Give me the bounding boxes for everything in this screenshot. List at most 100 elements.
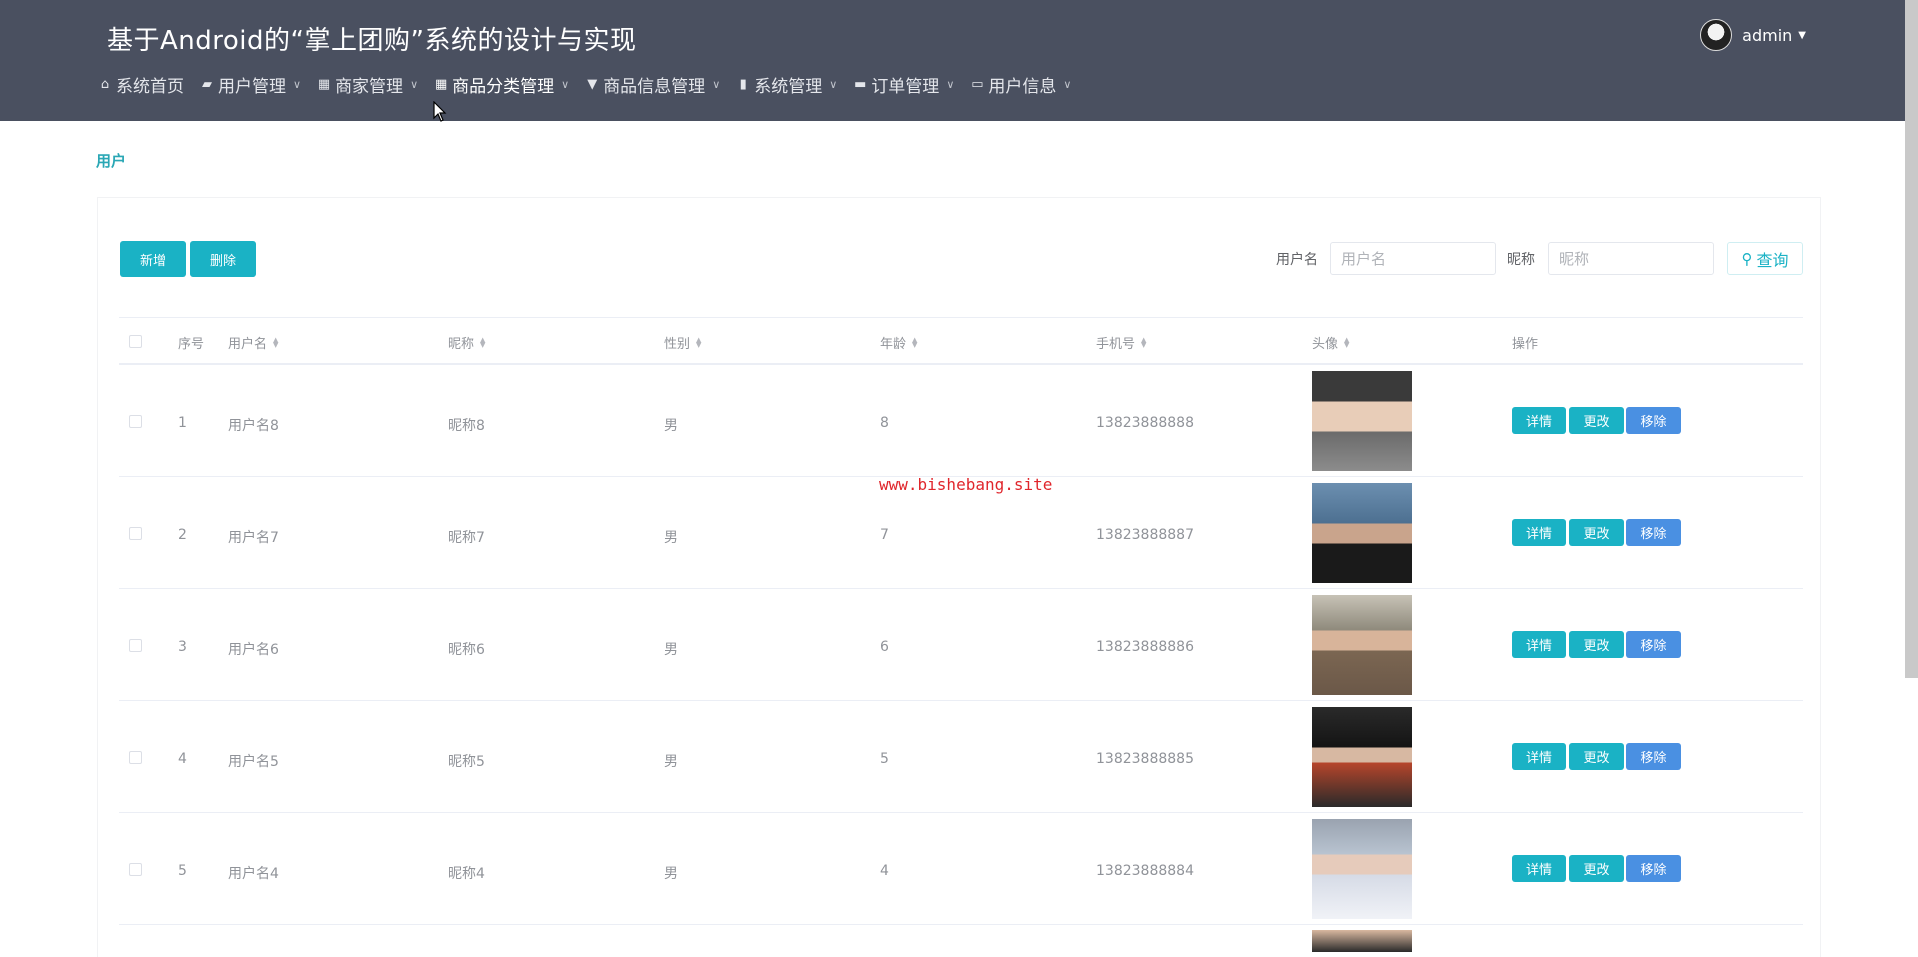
- cell-age: 7: [880, 527, 889, 543]
- header-phone[interactable]: 手机号 ▲ ▼: [1096, 333, 1146, 352]
- avatar-image: [1312, 595, 1412, 695]
- edit-button[interactable]: 更改: [1569, 743, 1624, 770]
- cell-username: 用户名6: [228, 642, 279, 658]
- detail-button[interactable]: 详情: [1512, 631, 1566, 658]
- nav-item-user-info[interactable]: ▭ 用户信息 ∨: [970, 72, 1071, 97]
- cell-phone: 13823888886: [1096, 639, 1194, 655]
- search-icon: ⚲: [1741, 249, 1753, 268]
- table-row: 3 用户名6 昵称6 男 6 13823888886 详情 更改 移除: [119, 589, 1803, 701]
- sort-icon[interactable]: ▲ ▼: [480, 336, 485, 348]
- avatar-image: [1312, 819, 1412, 919]
- cell-phone: 13823888884: [1096, 863, 1194, 879]
- nav-item-home[interactable]: ⌂ 系统首页: [98, 72, 184, 97]
- cell-nickname: 昵称5: [448, 754, 485, 770]
- cell-nickname: 昵称7: [448, 530, 485, 546]
- briefcase-icon: ▬: [854, 77, 867, 92]
- header-gender[interactable]: 性别 ▲ ▼: [664, 333, 701, 352]
- card-icon: ▭: [971, 77, 984, 92]
- edit-button[interactable]: 更改: [1569, 519, 1624, 546]
- sort-icon[interactable]: ▲ ▼: [912, 336, 917, 348]
- edit-button[interactable]: 更改: [1569, 631, 1624, 658]
- detail-button[interactable]: 详情: [1512, 743, 1566, 770]
- chevron-down-icon: ∨: [829, 78, 838, 91]
- cell-index: 5: [178, 863, 187, 879]
- chevron-down-icon: ∨: [712, 78, 721, 91]
- nav-item-merchant-manage[interactable]: ▦ 商家管理 ∨: [317, 72, 418, 97]
- remove-button[interactable]: 移除: [1626, 407, 1681, 434]
- edit-button[interactable]: 更改: [1569, 855, 1624, 882]
- nav-item-system-manage[interactable]: ▮ 系统管理 ∨: [736, 72, 838, 97]
- nickname-search-label: 昵称: [1507, 252, 1535, 268]
- cell-username: 用户名4: [228, 866, 279, 882]
- cell-age: 4: [880, 863, 889, 879]
- cell-username: 用户名7: [228, 530, 279, 546]
- header-age[interactable]: 年龄 ▲ ▼: [880, 333, 917, 352]
- row-checkbox[interactable]: [129, 415, 142, 428]
- mouse-cursor-icon: [433, 101, 447, 122]
- chevron-down-icon: ∨: [946, 78, 955, 91]
- detail-button[interactable]: 详情: [1512, 519, 1566, 546]
- chevron-down-icon: ∨: [1063, 78, 1072, 91]
- user-menu[interactable]: admin ▼: [1700, 19, 1806, 51]
- nav-item-product-manage[interactable]: ▼ 商品信息管理 ∨: [585, 72, 720, 97]
- query-button[interactable]: ⚲ 查询: [1727, 242, 1803, 275]
- table-row: 4 用户名5 昵称5 男 5 13823888885 详情 更改 移除: [119, 701, 1803, 813]
- nickname-search-input[interactable]: 昵称: [1548, 242, 1714, 275]
- cell-index: 3: [178, 639, 187, 655]
- detail-button[interactable]: 详情: [1512, 855, 1566, 882]
- nav-item-order-manage[interactable]: ▬ 订单管理 ∨: [853, 72, 954, 97]
- book-icon: ▮: [739, 77, 747, 92]
- chevron-down-icon: ∨: [293, 78, 302, 91]
- add-button[interactable]: 新增: [120, 241, 186, 277]
- cell-phone: 13823888888: [1096, 415, 1194, 431]
- remove-button[interactable]: 移除: [1626, 855, 1681, 882]
- username-search-input[interactable]: 用户名: [1330, 242, 1496, 275]
- chevron-down-icon: ∨: [410, 78, 419, 91]
- header-username[interactable]: 用户名 ▲ ▼: [228, 333, 278, 352]
- cell-age: 8: [880, 415, 889, 431]
- header-nickname[interactable]: 昵称 ▲ ▼: [448, 333, 485, 352]
- avatar-image: [1312, 483, 1412, 583]
- remove-button[interactable]: 移除: [1626, 743, 1681, 770]
- edit-button[interactable]: 更改: [1569, 407, 1624, 434]
- table-header: 序号 用户名 ▲ ▼ 昵称 ▲ ▼ 性别 ▲ ▼ 年龄 ▲ ▼ 手机号 ▲ ▼ 头像 ▲ ▼ 操作: [119, 317, 1803, 365]
- header-action: 操作: [1512, 337, 1539, 352]
- remove-button[interactable]: 移除: [1626, 631, 1681, 658]
- cell-phone: 13823888887: [1096, 527, 1194, 543]
- table-row: 5 用户名4 昵称4 男 4 13823888884 详情 更改 移除: [119, 813, 1803, 925]
- scrollbar[interactable]: [1905, 0, 1918, 678]
- cell-index: 1: [178, 415, 187, 431]
- sort-icon[interactable]: ▲ ▼: [273, 336, 278, 348]
- cell-gender: 男: [664, 866, 678, 882]
- sort-icon[interactable]: ▲ ▼: [1141, 336, 1146, 348]
- remove-button[interactable]: 移除: [1626, 519, 1681, 546]
- cell-username: 用户名8: [228, 418, 279, 434]
- sort-icon[interactable]: ▲ ▼: [1344, 336, 1349, 348]
- cell-gender: 男: [664, 418, 678, 434]
- avatar-image: [1312, 371, 1412, 471]
- breadcrumb: 用户: [96, 152, 127, 170]
- user-table: 序号 用户名 ▲ ▼ 昵称 ▲ ▼ 性别 ▲ ▼ 年龄 ▲ ▼ 手机号 ▲ ▼ 头像 ▲ ▼ 操作 1 …: [119, 317, 1803, 925]
- cell-index: 2: [178, 527, 187, 543]
- cell-age: 5: [880, 751, 889, 767]
- delete-button[interactable]: 删除: [190, 241, 256, 277]
- home-icon: ⌂: [100, 77, 110, 92]
- nav-item-category-manage[interactable]: ▦ 商品分类管理 ∨: [434, 72, 569, 97]
- cell-phone: 13823888885: [1096, 751, 1194, 767]
- user-manage-icon: ▰: [202, 77, 212, 92]
- avatar-image: [1312, 930, 1412, 952]
- row-checkbox[interactable]: [129, 863, 142, 876]
- detail-button[interactable]: 详情: [1512, 407, 1566, 434]
- grid-icon: ▦: [317, 77, 331, 92]
- row-checkbox[interactable]: [129, 639, 142, 652]
- header-avatar[interactable]: 头像 ▲ ▼: [1312, 333, 1349, 352]
- select-all-checkbox[interactable]: [129, 335, 142, 348]
- chevron-down-icon: ∨: [561, 78, 570, 91]
- nav-item-user-manage[interactable]: ▰ 用户管理 ∨: [200, 72, 301, 97]
- sort-icon[interactable]: ▲ ▼: [696, 336, 701, 348]
- row-checkbox[interactable]: [129, 751, 142, 764]
- pin-icon: ▼: [587, 77, 598, 92]
- cell-nickname: 昵称8: [448, 418, 485, 434]
- table-row: 1 用户名8 昵称8 男 8 13823888888 详情 更改 移除: [119, 365, 1803, 477]
- row-checkbox[interactable]: [129, 527, 142, 540]
